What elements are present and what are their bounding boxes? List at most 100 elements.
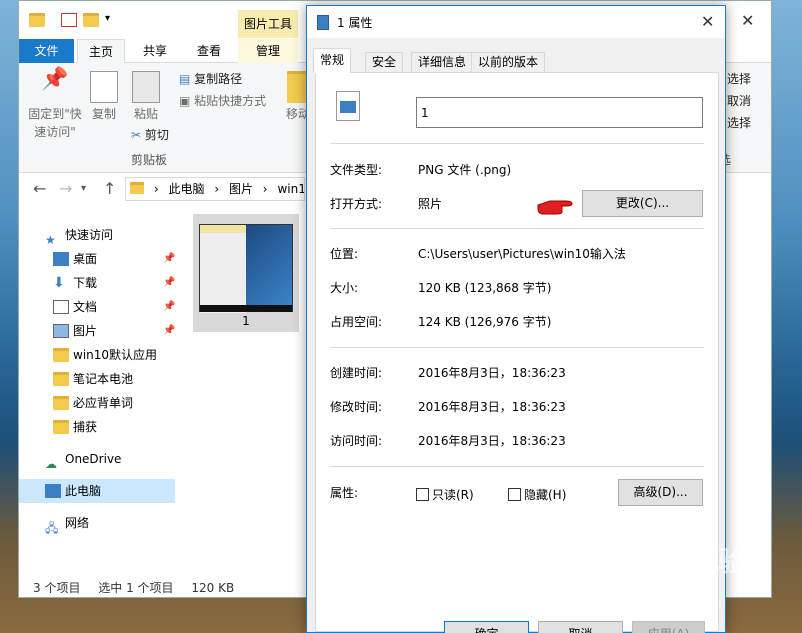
tab-file[interactable]: 文件: [19, 39, 74, 63]
computer-icon: [45, 484, 61, 498]
nav-item-quick-access[interactable]: ★ 快速访问: [19, 223, 175, 247]
status-size: 120 KB: [191, 581, 235, 595]
select-all-button[interactable]: 选择: [727, 69, 751, 89]
pin-icon[interactable]: 📌: [163, 319, 175, 343]
onedrive-icon: ☁: [45, 457, 57, 471]
hidden-checkbox[interactable]: 隐藏(H): [508, 486, 566, 503]
nav-item-folder[interactable]: 捕获: [19, 415, 175, 439]
copy-path-button[interactable]: ▤ 复制路径: [179, 69, 242, 89]
document-icon: [53, 300, 69, 314]
tab-view[interactable]: 查看: [185, 39, 233, 63]
nav-item-downloads[interactable]: ⬇ 下载 📌: [19, 271, 175, 295]
nav-item-label: OneDrive: [65, 452, 122, 466]
cancel-button[interactable]: 取消: [538, 621, 623, 633]
created-value: 2016年8月3日，18:36:23: [418, 366, 566, 380]
nav-item-label: 此电脑: [65, 484, 102, 498]
pin-quick-access-button[interactable]: 📌 固定到"快速访问": [25, 69, 85, 141]
file-type-label: 文件类型:: [330, 163, 383, 177]
thumbnail-taskbar: [200, 305, 292, 312]
tab-general[interactable]: 常规: [313, 48, 352, 73]
nav-item-documents[interactable]: 文档 📌: [19, 295, 175, 319]
paste-button[interactable]: 粘贴: [123, 71, 169, 123]
accessed-value: 2016年8月3日，18:36:23: [418, 434, 566, 448]
tab-share[interactable]: 共享: [131, 39, 179, 63]
modified-value: 2016年8月3日，18:36:23: [418, 400, 566, 414]
accessed-label: 访问时间:: [330, 434, 383, 448]
change-button[interactable]: 更改(C)...: [582, 190, 703, 217]
tab-manage[interactable]: 管理: [238, 39, 298, 63]
address-segment[interactable]: 图片: [229, 182, 253, 196]
location-label: 位置:: [330, 247, 359, 261]
back-arrow-icon[interactable]: ←: [33, 179, 46, 198]
nav-item-folder[interactable]: win10默认应用: [19, 343, 175, 367]
image-file-icon: [317, 15, 329, 30]
checkbox-box[interactable]: [508, 488, 521, 501]
cut-button[interactable]: ✂ 剪切: [131, 125, 169, 145]
readonly-checkbox[interactable]: 只读(R): [416, 486, 474, 503]
disk-size-label: 占用空间:: [330, 315, 383, 329]
baidu-watermark-url: jingyan.baidu.com: [620, 598, 722, 611]
dialog-title: 1 属性: [337, 16, 373, 30]
folder-icon: [53, 420, 69, 434]
pointing-hand-icon: [537, 200, 573, 215]
nav-item-label: 必应背单词: [73, 396, 134, 410]
copy-button[interactable]: 复制: [81, 71, 127, 123]
paste-shortcut-button[interactable]: ▣ 粘贴快捷方式: [179, 91, 266, 111]
ok-button[interactable]: 确定: [444, 621, 529, 633]
select-none-button[interactable]: 取消: [727, 91, 751, 111]
properties-icon[interactable]: [61, 13, 77, 27]
address-segment[interactable]: 此电脑: [168, 182, 204, 196]
tab-details[interactable]: 详细信息: [411, 52, 474, 72]
file-name: 1: [242, 314, 250, 328]
copy-label: 复制: [91, 107, 116, 121]
copy-icon: [90, 71, 118, 103]
properties-dialog: 1 属性 ✕ 常规 安全 详细信息 以前的版本 文件类型: PNG 文件 (.p…: [306, 5, 726, 633]
clipboard-group-label: 剪贴板: [131, 153, 168, 167]
pin-icon[interactable]: 📌: [163, 271, 175, 295]
nav-item-pictures[interactable]: 图片 📌: [19, 319, 175, 343]
picture-glyph: [340, 101, 356, 113]
nav-item-label: 笔记本电池: [73, 372, 134, 386]
address-input[interactable]: › 此电脑 › 图片 › win10: [125, 177, 305, 201]
filename-input[interactable]: [416, 97, 703, 128]
file-item[interactable]: 1: [193, 214, 299, 332]
pin-icon[interactable]: 📌: [163, 247, 175, 271]
desktop-icon: [53, 252, 69, 266]
scissors-icon: ✂: [131, 128, 145, 142]
dialog-tabs: 常规 安全 详细信息 以前的版本: [313, 48, 721, 73]
folder-icon[interactable]: [29, 13, 45, 27]
up-arrow-icon[interactable]: ↑: [103, 179, 116, 198]
picture-tools-header: 图片工具: [238, 10, 298, 38]
nav-item-label: 图片: [73, 324, 98, 338]
nav-item-desktop[interactable]: 桌面 📌: [19, 247, 175, 271]
nav-item-label: 快速访问: [65, 228, 114, 242]
explorer-close-icon[interactable]: ✕: [741, 11, 754, 30]
nav-item-this-pc[interactable]: 此电脑: [19, 479, 175, 503]
checkbox-box[interactable]: [416, 488, 429, 501]
tab-home[interactable]: 主页: [77, 39, 125, 64]
pin-label: 固定到"快速访问": [28, 107, 82, 139]
invert-selection-button[interactable]: 选择: [727, 113, 751, 133]
pin-icon[interactable]: 📌: [163, 295, 175, 319]
apply-button[interactable]: 应用(A): [632, 621, 705, 633]
close-icon[interactable]: ✕: [701, 12, 714, 31]
nav-item-folder[interactable]: 必应背单词: [19, 391, 175, 415]
network-icon: 🖧: [45, 521, 59, 535]
recent-chevron-icon[interactable]: ▾: [81, 183, 86, 194]
paste-shortcut-label: 粘贴快捷方式: [194, 94, 267, 108]
nav-item-label: 下载: [73, 276, 98, 290]
tab-previous-versions[interactable]: 以前的版本: [471, 52, 546, 72]
tab-security[interactable]: 安全: [365, 52, 404, 72]
nav-item-folder[interactable]: 笔记本电池: [19, 367, 175, 391]
clipboard-icon: [132, 71, 160, 103]
forward-arrow-icon[interactable]: →: [59, 179, 72, 198]
attributes-label: 属性:: [330, 486, 359, 500]
address-segment[interactable]: win10: [277, 182, 304, 196]
nav-item-network[interactable]: 🖧 网络: [19, 511, 175, 535]
chevron-down-icon[interactable]: ▾: [105, 13, 110, 24]
nav-item-onedrive[interactable]: ☁ OneDrive: [19, 447, 175, 471]
new-folder-icon[interactable]: [83, 13, 99, 27]
paste-shortcut-icon: ▣: [179, 94, 195, 108]
advanced-button[interactable]: 高级(D)...: [618, 479, 703, 506]
download-icon: ⬇: [53, 275, 65, 291]
